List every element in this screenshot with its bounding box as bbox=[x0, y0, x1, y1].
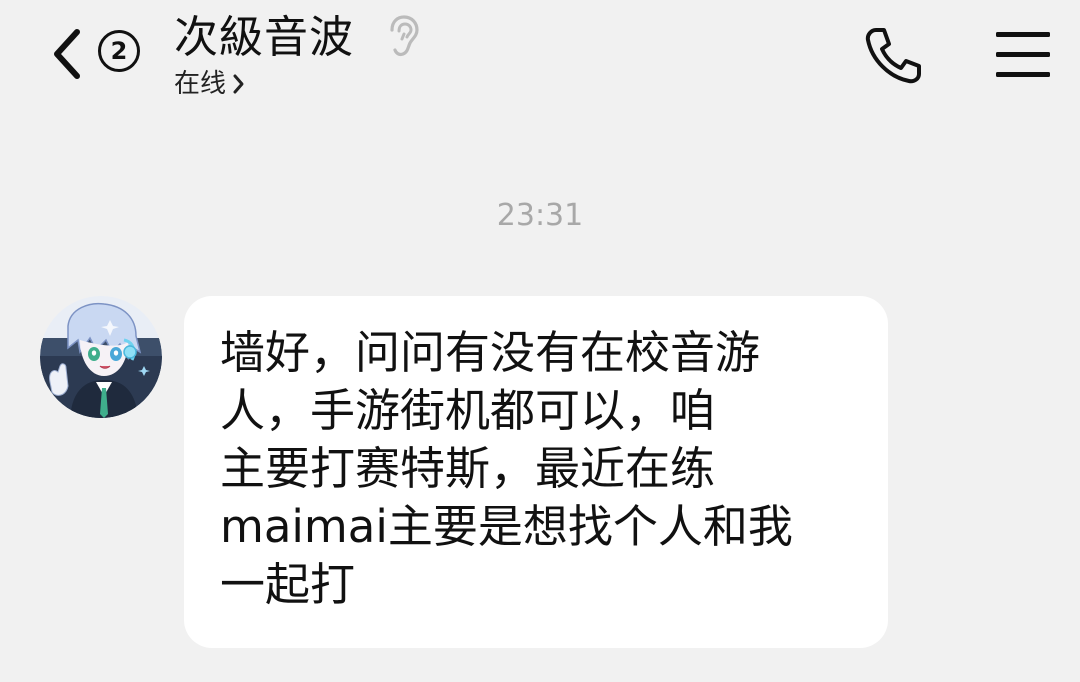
back-button[interactable] bbox=[44, 24, 88, 84]
chevron-right-icon bbox=[233, 74, 244, 94]
phone-icon bbox=[865, 28, 921, 84]
contact-name: 次級音波 bbox=[174, 12, 354, 63]
message-timestamp: 23:31 bbox=[496, 198, 584, 233]
voice-call-button[interactable] bbox=[862, 24, 924, 86]
message-text-line: 墙好，问问有没有在校音游 bbox=[220, 326, 761, 379]
chevron-left-icon bbox=[54, 29, 80, 79]
message-text-line: maimai主要是想找个人和我 bbox=[220, 500, 793, 553]
message-text-line: 人，手游街机都可以，咱 bbox=[220, 384, 716, 437]
avatar[interactable] bbox=[40, 296, 162, 418]
anime-avatar-image bbox=[40, 296, 162, 418]
unread-count-badge[interactable]: 2 bbox=[98, 30, 140, 72]
online-status[interactable]: 在线 bbox=[174, 66, 244, 102]
chat-screen: 2 次級音波 在线 23:31 墙好，问问有没有在校音游 人，手游街机都可以，咱… bbox=[0, 0, 1080, 682]
message-text-line: 一起打 bbox=[220, 558, 356, 611]
message-bubble[interactable]: 墙好，问问有没有在校音游 人，手游街机都可以，咱 主要打赛特斯，最近在练 mai… bbox=[184, 296, 888, 648]
message-text-line: 主要打赛特斯，最近在练 bbox=[220, 442, 716, 495]
menu-icon bbox=[996, 32, 1050, 77]
status-text: 在线 bbox=[174, 69, 227, 99]
menu-button[interactable] bbox=[994, 28, 1052, 80]
ear-icon bbox=[390, 15, 419, 57]
